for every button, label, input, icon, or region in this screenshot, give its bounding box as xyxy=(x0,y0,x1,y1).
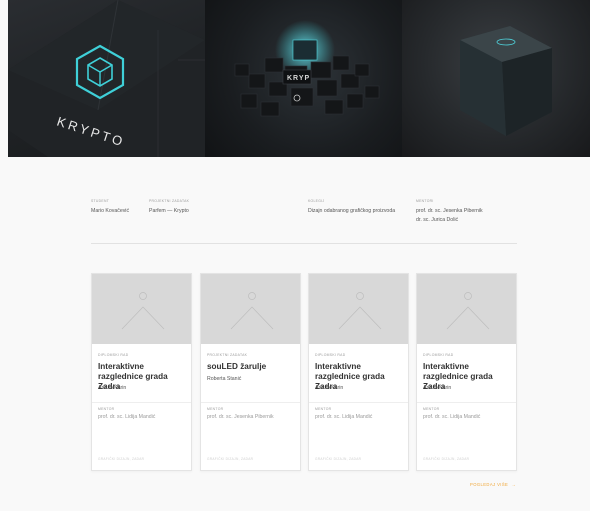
meta-assignment-label: PROJEKTNI ZADATAK xyxy=(149,199,190,203)
arrow-right-icon: → xyxy=(509,482,516,487)
card-author: Ana Beverin xyxy=(423,385,452,391)
card-category: DIPLOMSKI RAD xyxy=(98,353,129,357)
view-more-label: POGLEDAJ VIŠE xyxy=(470,482,509,487)
image-placeholder-icon xyxy=(121,292,165,330)
card-author: Roberta Stanić xyxy=(207,376,242,382)
meta-assignment-value: Parfem — Krypto xyxy=(149,208,189,214)
meta-student-value: Mario Kovačević xyxy=(91,208,130,214)
meta-student-label: STUDENT xyxy=(91,199,110,203)
card-footer: GRAFIČKI DIZAJN, ZADAR xyxy=(98,457,145,461)
meta-course: KOLEGIJ Dizajn odabranog grafičkog proiz… xyxy=(308,199,395,216)
card-thumbnail xyxy=(417,274,516,344)
hero-gallery: KRYPTO KRYP xyxy=(8,0,590,157)
cube-wordmark: KRYP xyxy=(287,75,310,82)
card-category: DIPLOMSKI RAD xyxy=(315,353,346,357)
krypto-box-illustration: KRYPTO xyxy=(8,0,205,157)
card-mentor-label: MENTOR xyxy=(98,407,115,411)
meta-student: STUDENT Mario Kovačević xyxy=(91,199,129,216)
project-card[interactable]: PROJEKTNI ZADATAK souLED žarulje Roberta… xyxy=(200,273,301,471)
card-mentor: prof. dr. sc. Lidija Mandić xyxy=(315,414,373,420)
view-more-link[interactable]: POGLEDAJ VIŠE → xyxy=(470,482,516,487)
card-title[interactable]: souLED žarulje xyxy=(207,362,299,372)
section-divider xyxy=(91,243,517,244)
card-footer: GRAFIČKI DIZAJN, ZADAR xyxy=(315,457,362,461)
cubes-illustration: KRYP xyxy=(234,20,380,117)
hero-image-krypto-box[interactable]: KRYPTO xyxy=(8,0,205,157)
card-category: DIPLOMSKI RAD xyxy=(423,353,454,357)
card-thumbnail xyxy=(309,274,408,344)
meta-mentor-1: prof. dr. sc. Jesenka Pibernik xyxy=(416,208,483,214)
card-divider xyxy=(417,402,516,403)
meta-mentors-label: MENTORI xyxy=(416,199,434,203)
card-mentor-label: MENTOR xyxy=(423,407,440,411)
meta-course-label: KOLEGIJ xyxy=(308,199,325,203)
card-mentor: prof. dr. sc. Jesenka Pibernik xyxy=(207,414,274,420)
image-placeholder-icon xyxy=(230,292,274,330)
card-mentor-label: MENTOR xyxy=(207,407,224,411)
dark-cube-illustration xyxy=(460,26,552,136)
card-category: PROJEKTNI ZADATAK xyxy=(207,353,248,357)
meta-mentors: MENTORI prof. dr. sc. Jesenka Pibernik d… xyxy=(416,199,483,225)
meta-course-value: Dizajn odabranog grafičkog proizvoda xyxy=(308,208,396,214)
project-card[interactable]: DIPLOMSKI RAD Interaktivne razglednice g… xyxy=(308,273,409,471)
card-mentor: prof. dr. sc. Lidija Mandić xyxy=(423,414,481,420)
meta-mentor-2: dr. sc. Jurica Dolić xyxy=(416,217,459,223)
project-card[interactable]: DIPLOMSKI RAD Interaktivne razglednice g… xyxy=(416,273,517,471)
card-author: Ana Beverin xyxy=(315,385,344,391)
card-divider xyxy=(92,402,191,403)
card-thumbnail xyxy=(92,274,191,344)
hero-image-cubes[interactable]: KRYP xyxy=(205,0,402,157)
meta-assignment: PROJEKTNI ZADATAK Parfem — Krypto xyxy=(149,199,189,216)
project-card[interactable]: DIPLOMSKI RAD Interaktivne razglednice g… xyxy=(91,273,192,471)
card-thumbnail xyxy=(201,274,300,344)
card-footer: GRAFIČKI DIZAJN, ZADAR xyxy=(207,457,254,461)
hero-image-dark-cube[interactable] xyxy=(402,0,590,157)
card-divider xyxy=(201,402,300,403)
card-author: Ana Beverin xyxy=(98,385,127,391)
card-footer: GRAFIČKI DIZAJN, ZADAR xyxy=(423,457,470,461)
card-divider xyxy=(309,402,408,403)
card-mentor-label: MENTOR xyxy=(315,407,332,411)
card-mentor: prof. dr. sc. Lidija Mandić xyxy=(98,414,156,420)
image-placeholder-icon xyxy=(446,292,490,330)
image-placeholder-icon xyxy=(338,292,382,330)
